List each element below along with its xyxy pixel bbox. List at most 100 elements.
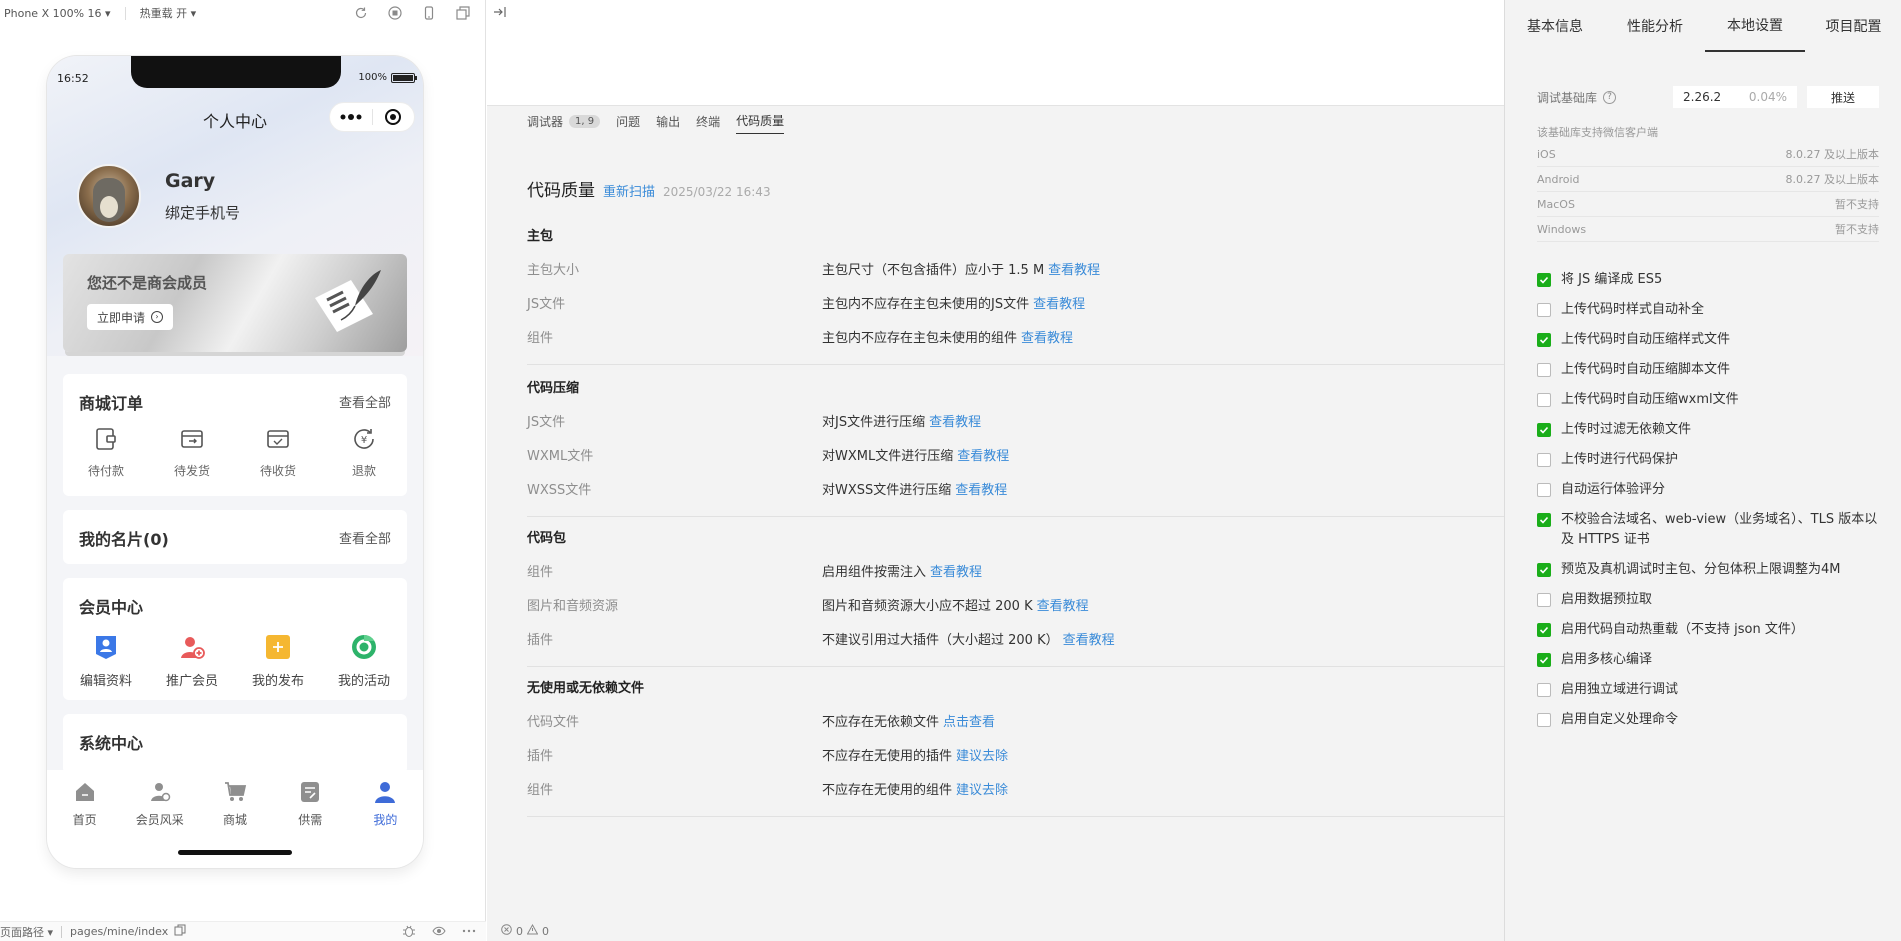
tab-supply-demand[interactable]: 供需 (273, 780, 348, 828)
checkbox-checked[interactable] (1537, 513, 1551, 527)
push-button[interactable]: 推送 (1807, 86, 1879, 108)
tab-project-config[interactable]: 项目配置 (1805, 0, 1901, 52)
setting-option[interactable]: 自动运行体验评分 (1537, 480, 1882, 500)
avatar[interactable] (77, 164, 141, 228)
setting-option[interactable]: 上传时过滤无依赖文件 (1537, 420, 1882, 440)
tab-members[interactable]: 会员风采 (122, 780, 197, 828)
order-pending-shipment[interactable]: 待发货 (149, 424, 235, 479)
tab-performance[interactable]: 性能分析 (1605, 0, 1705, 52)
setting-option[interactable]: 预览及真机调试时主包、分包体积上限调整为4M (1537, 560, 1882, 580)
checkbox-checked[interactable] (1537, 423, 1551, 437)
debug-lib-select[interactable]: 2.26.2 0.04% (1673, 86, 1797, 108)
tutorial-link[interactable]: 查看教程 (1063, 633, 1115, 648)
setting-option[interactable]: 启用多核心编译 (1537, 650, 1882, 670)
close-miniprogram-icon[interactable] (373, 108, 415, 126)
check-desc: 对WXML文件进行压缩 (822, 449, 954, 464)
status-time: 16:52 (57, 72, 89, 85)
tab-output[interactable]: 输出 (656, 113, 680, 134)
checkbox-unchecked[interactable] (1537, 363, 1551, 377)
profile-header[interactable]: Gary 绑定手机号 (77, 164, 240, 228)
tutorial-link[interactable]: 查看教程 (955, 483, 1007, 498)
rescan-link[interactable]: 重新扫描 (603, 181, 655, 200)
tab-problems[interactable]: 问题 (616, 113, 640, 134)
tab-label: 会员风采 (135, 813, 184, 827)
checkbox-unchecked[interactable] (1537, 713, 1551, 727)
tutorial-link[interactable]: 查看教程 (1021, 331, 1073, 346)
tab-code-quality[interactable]: 代码质量 (736, 112, 785, 134)
simulator-toolbar: Phone X 100% 16 ▾ 热重载 开 ▾ (0, 0, 486, 26)
setting-option[interactable]: 上传代码时自动压缩脚本文件 (1537, 360, 1882, 380)
setting-option[interactable]: 启用数据预拉取 (1537, 590, 1882, 610)
checkbox-checked[interactable] (1537, 273, 1551, 287)
setting-option[interactable]: 上传时进行代码保护 (1537, 450, 1882, 470)
checkbox-unchecked[interactable] (1537, 593, 1551, 607)
setting-option[interactable]: 将 JS 编译成 ES5 (1537, 270, 1882, 290)
refresh-icon[interactable] (352, 4, 370, 22)
stop-icon[interactable] (386, 4, 404, 22)
page-path-select[interactable]: 页面路径 ▾ (0, 924, 53, 940)
order-pending-payment[interactable]: 待付款 (63, 424, 149, 479)
section-title: 主包 (527, 229, 554, 244)
bug-icon[interactable] (402, 924, 416, 941)
detach-window-icon[interactable] (454, 4, 472, 22)
promote-member-item[interactable]: 推广会员 (149, 632, 235, 689)
more-icon[interactable] (462, 924, 476, 941)
home-indicator (178, 850, 292, 855)
more-menu-icon[interactable] (330, 114, 372, 120)
tutorial-link[interactable]: 查看教程 (930, 565, 982, 580)
tab-mine[interactable]: 我的 (348, 780, 423, 828)
checkbox-checked[interactable] (1537, 563, 1551, 577)
checkbox-unchecked[interactable] (1537, 393, 1551, 407)
setting-option[interactable]: 上传代码时自动压缩wxml文件 (1537, 390, 1882, 410)
tab-terminal[interactable]: 终端 (696, 113, 720, 134)
tutorial-link[interactable]: 查看教程 (929, 415, 981, 430)
setting-option[interactable]: 上传代码时自动压缩样式文件 (1537, 330, 1882, 350)
edit-profile-item[interactable]: 编辑资料 (63, 632, 149, 689)
setting-option[interactable]: 启用代码自动热重载（不支持 json 文件） (1537, 620, 1882, 640)
checkbox-unchecked[interactable] (1537, 483, 1551, 497)
device-select[interactable]: Phone X 100% 16 ▾ (0, 7, 115, 20)
checkbox-unchecked[interactable] (1537, 453, 1551, 467)
tutorial-link[interactable]: 查看教程 (1037, 599, 1089, 614)
order-pending-receipt[interactable]: 待收货 (235, 424, 321, 479)
support-version: 暂不支持 (1835, 223, 1879, 236)
my-publish-item[interactable]: 我的发布 (235, 632, 321, 689)
warning-icon[interactable] (526, 923, 539, 938)
help-icon[interactable]: ? (1603, 90, 1617, 104)
order-refund[interactable]: ¥ 退款 (321, 424, 407, 479)
checkbox-checked[interactable] (1537, 333, 1551, 347)
orders-view-all-link[interactable]: 查看全部 (339, 392, 391, 411)
setting-option[interactable]: 不校验合法域名、web-view（业务域名）、TLS 版本以及 HTTPS 证书 (1537, 510, 1882, 550)
expand-panel-icon[interactable] (493, 6, 507, 21)
setting-option[interactable]: 启用独立域进行调试 (1537, 680, 1882, 700)
tutorial-link[interactable]: 查看教程 (1033, 297, 1085, 312)
tutorial-link[interactable]: 查看教程 (957, 449, 1009, 464)
tab-debugger[interactable]: 调试器 1, 9 (527, 113, 601, 134)
eye-icon[interactable] (432, 924, 446, 941)
apply-now-button[interactable]: 立即申请 › (87, 304, 174, 330)
setting-option[interactable]: 启用自定义处理命令 (1537, 710, 1882, 730)
my-activity-item[interactable]: 我的活动 (321, 632, 407, 689)
remove-link[interactable]: 建议去除 (956, 783, 1008, 798)
tab-basic-info[interactable]: 基本信息 (1505, 0, 1605, 52)
tutorial-link[interactable]: 查看教程 (1048, 263, 1100, 278)
checkbox-unchecked[interactable] (1537, 303, 1551, 317)
tab-mall[interactable]: 商城 (197, 780, 272, 828)
view-link[interactable]: 点击查看 (943, 715, 995, 730)
remove-link[interactable]: 建议去除 (956, 749, 1008, 764)
cards-view-all-link[interactable]: 查看全部 (339, 528, 391, 547)
bind-phone-link[interactable]: 绑定手机号 (165, 202, 240, 223)
check-value: 对WXML文件进行压缩 查看教程 (822, 440, 1009, 474)
details-tabs: 基本信息 性能分析 本地设置 项目配置 (1505, 0, 1901, 52)
setting-option[interactable]: 上传代码时样式自动补全 (1537, 300, 1882, 320)
copy-icon[interactable] (174, 924, 186, 939)
checkbox-checked[interactable] (1537, 623, 1551, 637)
checkbox-unchecked[interactable] (1537, 683, 1551, 697)
page-path-label: 页面路径 (0, 925, 44, 939)
hotreload-select[interactable]: 热重载 开 ▾ (136, 5, 201, 21)
error-icon[interactable] (501, 924, 512, 938)
tab-local-settings[interactable]: 本地设置 (1705, 0, 1805, 52)
phone-preview-icon[interactable] (420, 4, 438, 22)
tab-home[interactable]: 首页 (47, 780, 122, 828)
checkbox-checked[interactable] (1537, 653, 1551, 667)
